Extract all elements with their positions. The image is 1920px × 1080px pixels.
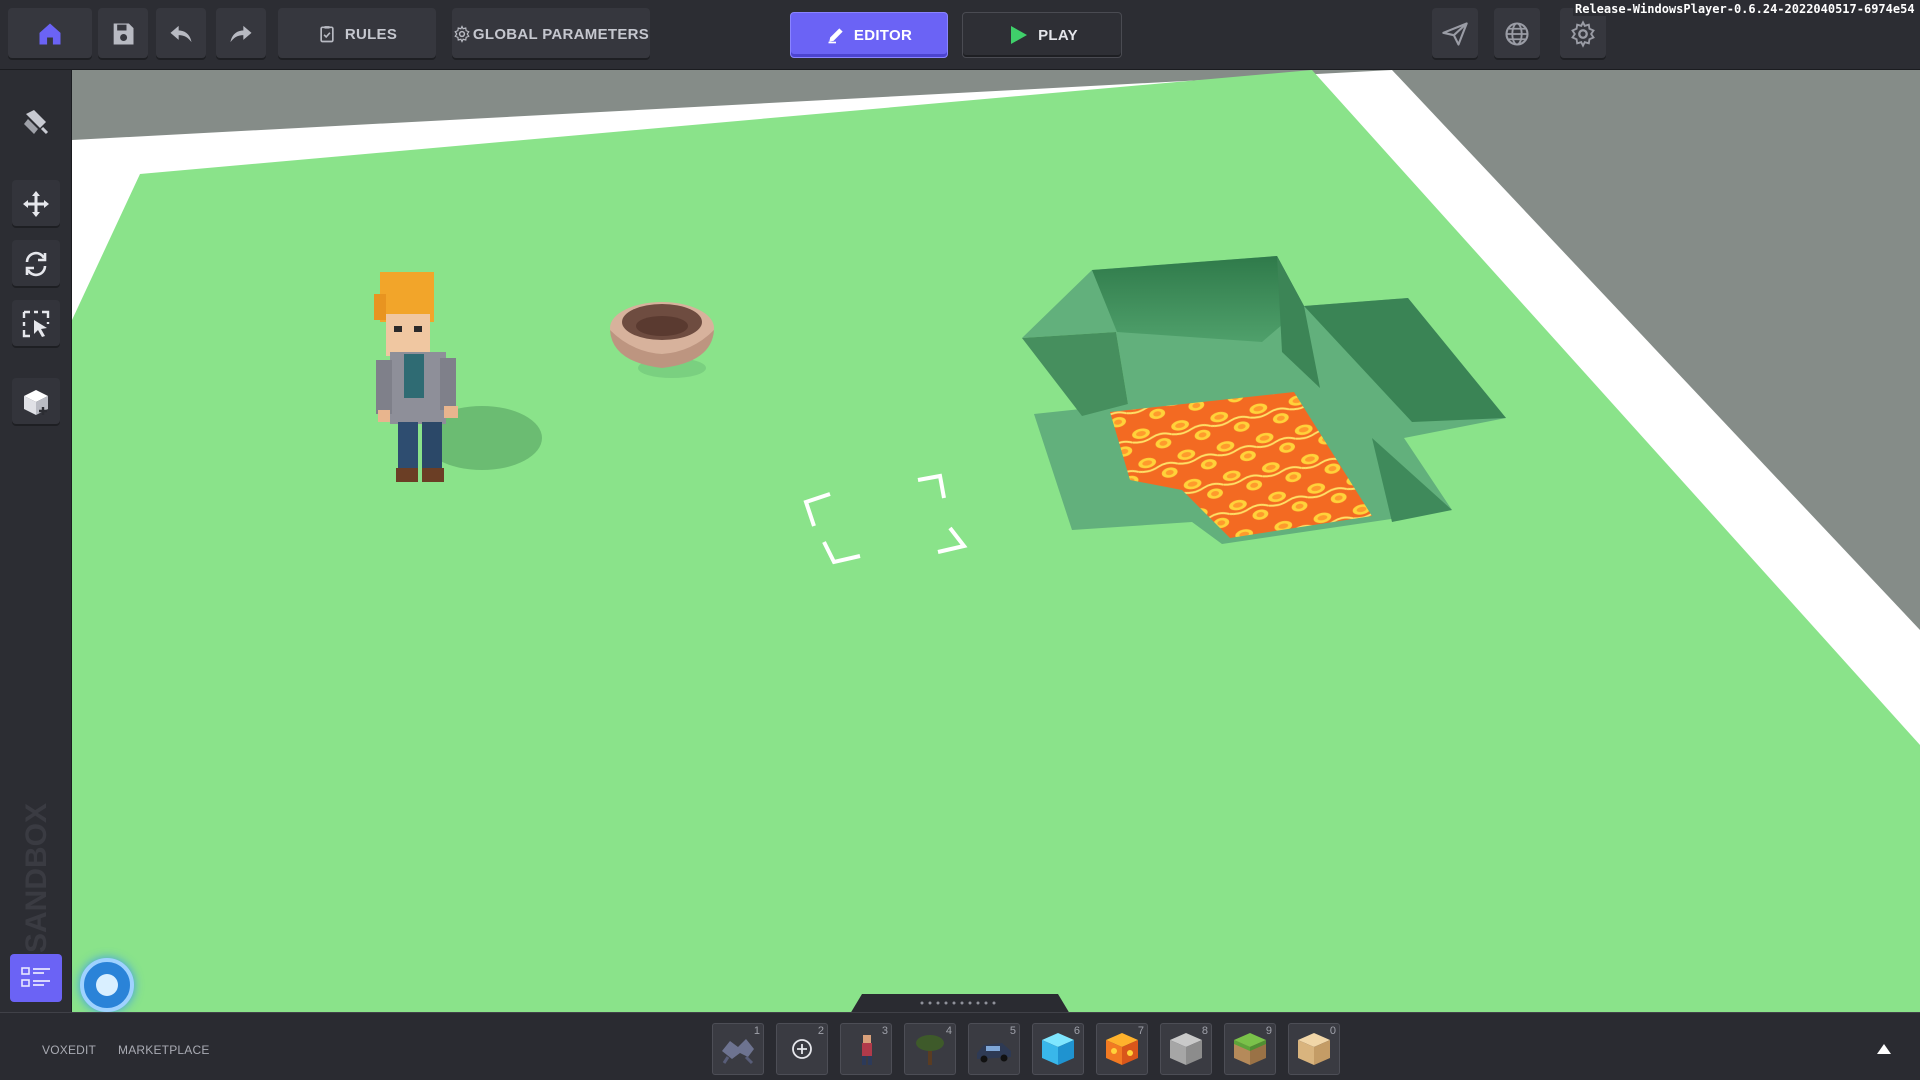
paint-brush-tool[interactable] <box>12 98 60 146</box>
undo-icon <box>167 20 195 48</box>
hotbar-slot-6[interactable]: 6 <box>1032 1023 1084 1075</box>
select-tool[interactable] <box>12 300 60 348</box>
move-icon <box>20 188 52 220</box>
slot-number: 2 <box>817 1025 824 1037</box>
hotbar-slot-10[interactable]: 0 <box>1288 1023 1340 1075</box>
expand-panel-button[interactable] <box>1876 1043 1892 1055</box>
publish-button[interactable] <box>1432 8 1478 60</box>
asset-hotbar: 1 2 3 4 5 6 7 8 9 0 <box>712 1023 1340 1075</box>
slot-number: 9 <box>1265 1025 1272 1037</box>
paint-brush-icon <box>20 106 52 138</box>
hotbar-slot-5[interactable]: 5 <box>968 1023 1020 1075</box>
redo-button[interactable] <box>216 8 266 60</box>
send-icon <box>1441 20 1469 48</box>
rotate-tool[interactable] <box>12 240 60 288</box>
voxedit-link[interactable]: VOXEDIT <box>42 1043 96 1057</box>
slot-number: 3 <box>881 1025 888 1037</box>
marketplace-link[interactable]: MARKETPLACE <box>118 1043 210 1057</box>
hotbar-slot-9[interactable]: 9 <box>1224 1023 1276 1075</box>
build-version-label: Release-WindowsPlayer-0.6.24-2022040517-… <box>1573 2 1920 16</box>
move-tool[interactable] <box>12 180 60 228</box>
home-button[interactable] <box>8 8 92 60</box>
slot-number: 7 <box>1137 1025 1144 1037</box>
bottom-bar: VOXEDIT MARKETPLACE 1 2 3 4 5 6 7 8 9 0 <box>0 1012 1920 1080</box>
global-parameters-label: GLOBAL PARAMETERS <box>472 25 650 43</box>
undo-button[interactable] <box>156 8 206 60</box>
add-object-tool[interactable] <box>12 378 60 426</box>
slot-number: 5 <box>1009 1025 1016 1037</box>
settings-gear-icon <box>1569 20 1597 48</box>
game-editor-window: RULES GLOBAL PARAMETERS EDITOR PLAY Rele… <box>0 0 1920 1080</box>
save-icon <box>109 20 137 48</box>
slot-number: 8 <box>1201 1025 1208 1037</box>
object-list-button[interactable] <box>10 954 62 1002</box>
globe-button[interactable] <box>1494 8 1540 60</box>
globe-icon <box>1503 20 1531 48</box>
redo-icon <box>227 20 255 48</box>
list-icon <box>19 963 53 993</box>
save-button[interactable] <box>98 8 148 60</box>
select-icon <box>20 308 52 340</box>
hotbar-slot-2[interactable]: 2 <box>776 1023 828 1075</box>
add-cube-icon <box>20 386 52 418</box>
top-toolbar: RULES GLOBAL PARAMETERS EDITOR PLAY Rele… <box>0 0 1920 70</box>
hotbar-slot-1[interactable]: 1 <box>712 1023 764 1075</box>
pencil-icon <box>826 25 846 45</box>
gear-icon <box>453 25 471 43</box>
hotbar-slot-3[interactable]: 3 <box>840 1023 892 1075</box>
sandbox-logo: SANDBOX <box>16 775 56 955</box>
slot-number: 1 <box>753 1025 760 1037</box>
play-icon <box>1006 23 1030 47</box>
hotbar-drawer-handle[interactable] <box>848 992 1072 1014</box>
slot-number: 4 <box>945 1025 952 1037</box>
play-mode-button[interactable]: PLAY <box>962 12 1122 58</box>
editor-mode-button[interactable]: EDITOR <box>790 12 948 58</box>
global-parameters-button[interactable]: GLOBAL PARAMETERS <box>452 8 650 60</box>
hotbar-slot-4[interactable]: 4 <box>904 1023 956 1075</box>
triangle-up-icon <box>1876 1043 1892 1055</box>
assistant-bubble-button[interactable] <box>80 958 134 1012</box>
play-label: PLAY <box>1038 26 1078 44</box>
scene-canvas <box>72 70 1920 1012</box>
editor-label: EDITOR <box>853 26 913 44</box>
home-icon <box>36 20 64 48</box>
slot-number: 0 <box>1329 1025 1336 1037</box>
clipboard-check-icon <box>317 24 337 44</box>
left-tool-sidebar: SANDBOX <box>0 70 72 1012</box>
hotbar-slot-7[interactable]: 7 <box>1096 1023 1148 1075</box>
game-viewport[interactable] <box>72 70 1920 1012</box>
rotate-icon <box>20 248 52 280</box>
hotbar-slot-8[interactable]: 8 <box>1160 1023 1212 1075</box>
rules-button[interactable]: RULES <box>278 8 436 60</box>
assistant-dot-icon <box>96 974 118 996</box>
sandbox-logo-text: SANDBOX <box>20 803 53 953</box>
rules-label: RULES <box>344 25 398 43</box>
slot-number: 6 <box>1073 1025 1080 1037</box>
